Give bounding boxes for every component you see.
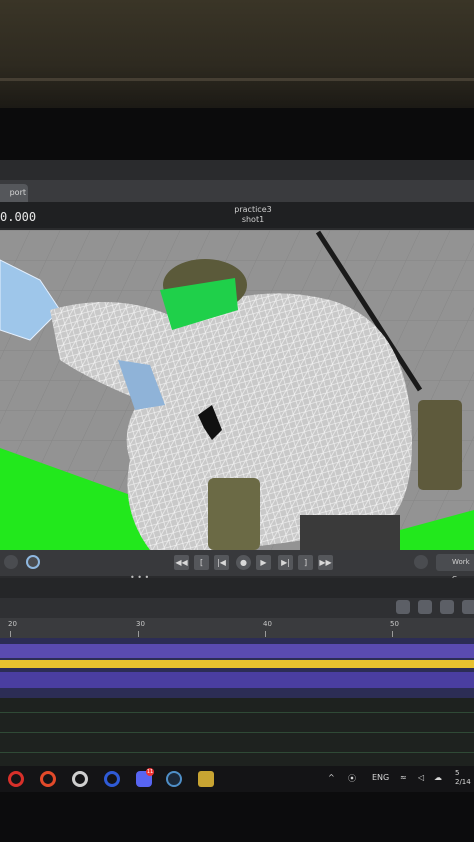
opera-blue-icon[interactable]: [104, 771, 120, 787]
track-bar[interactable]: [0, 644, 474, 658]
ruler-label: 20: [8, 620, 17, 628]
record-mode-icon[interactable]: [26, 555, 40, 569]
monitor-bezel-top: [0, 108, 474, 160]
step-forward-button[interactable]: ▶|: [278, 555, 293, 570]
curve-line: [0, 712, 474, 713]
ruler-tick: [392, 631, 393, 637]
monitor-screen: port 0.000 practice3 shot1 ◀◀ [|◀ ● ▶ ▶…: [0, 160, 474, 792]
timeline-tracks[interactable]: [0, 638, 474, 698]
record-button[interactable]: ●: [236, 555, 251, 570]
viewport-scene: [0, 230, 474, 550]
belt: [300, 515, 400, 550]
key-icon[interactable]: [396, 600, 410, 614]
transport-bar: ◀◀ [ |◀ ● ▶ ▶| ] ▶▶ Work C: [0, 550, 474, 583]
curve-line: [0, 752, 474, 753]
panel-divider: [0, 578, 474, 598]
cloud-icon[interactable]: ☁: [434, 773, 442, 782]
language-indicator[interactable]: ENG: [372, 773, 389, 782]
ruler-tick: [265, 631, 266, 637]
viewport-header: 0.000 practice3 shot1: [0, 202, 474, 228]
game-app-icon[interactable]: [198, 771, 214, 787]
curve-line: [0, 732, 474, 733]
fast-forward-button[interactable]: ▶▶: [318, 555, 333, 570]
loop-icon[interactable]: [4, 555, 18, 569]
room-background: [0, 0, 474, 108]
track-bar[interactable]: [0, 672, 474, 688]
steam-icon[interactable]: [166, 771, 182, 787]
ruler-label: 50: [390, 620, 399, 628]
ruler-label: 40: [263, 620, 272, 628]
timeline-ruler[interactable]: 20 30 40 50: [0, 618, 474, 638]
camera-icon[interactable]: [414, 555, 428, 569]
tab-viewport[interactable]: port: [0, 184, 28, 202]
curve-editor-area[interactable]: [0, 698, 474, 766]
work-camera-button[interactable]: Work C: [436, 554, 474, 583]
monitor-bezel-bottom: [0, 792, 474, 842]
obs-icon[interactable]: [72, 771, 88, 787]
windows-taskbar: 11 ^ ⦿ ENG ≈ ◁ ☁ 5 2/14: [0, 766, 474, 792]
rewind-button[interactable]: ◀◀: [174, 555, 189, 570]
clock-time: 5: [455, 769, 460, 777]
clock[interactable]: 5 2/14: [455, 769, 471, 787]
opera-icon[interactable]: [40, 771, 56, 787]
timecode-readout: 0.000: [0, 210, 37, 224]
notification-badge: 11: [146, 768, 154, 776]
microphone-icon[interactable]: ⦿: [348, 773, 356, 784]
3d-viewport[interactable]: [0, 230, 474, 550]
chevron-up-icon[interactable]: ^: [328, 773, 335, 782]
sequence-name: practice3: [234, 205, 272, 214]
prev-marker-button[interactable]: [: [194, 555, 209, 570]
shot-name: shot1: [241, 215, 265, 224]
settings-icon[interactable]: [462, 600, 474, 614]
opera-gx-icon[interactable]: [8, 771, 24, 787]
ruler-tick: [10, 631, 11, 637]
step-back-button[interactable]: |◀: [214, 555, 229, 570]
next-marker-button[interactable]: ]: [298, 555, 313, 570]
tab-bar: port: [0, 180, 474, 202]
volume-icon[interactable]: ◁: [418, 773, 424, 782]
ruler-tick: [138, 631, 139, 637]
shot-info: practice3 shot1: [200, 205, 306, 225]
snap-icon[interactable]: [440, 600, 454, 614]
play-button[interactable]: ▶: [256, 555, 271, 570]
track-bar-highlight[interactable]: [0, 660, 474, 668]
wifi-icon[interactable]: ≈: [400, 773, 407, 782]
room-shelf-line: [0, 78, 474, 81]
ruler-label: 30: [136, 620, 145, 628]
radio-pouch: [418, 400, 462, 490]
magnet-icon[interactable]: [418, 600, 432, 614]
clock-date: 2/14: [455, 778, 471, 786]
vest-pouch: [208, 478, 260, 550]
timeline-toolbar: [0, 598, 474, 618]
